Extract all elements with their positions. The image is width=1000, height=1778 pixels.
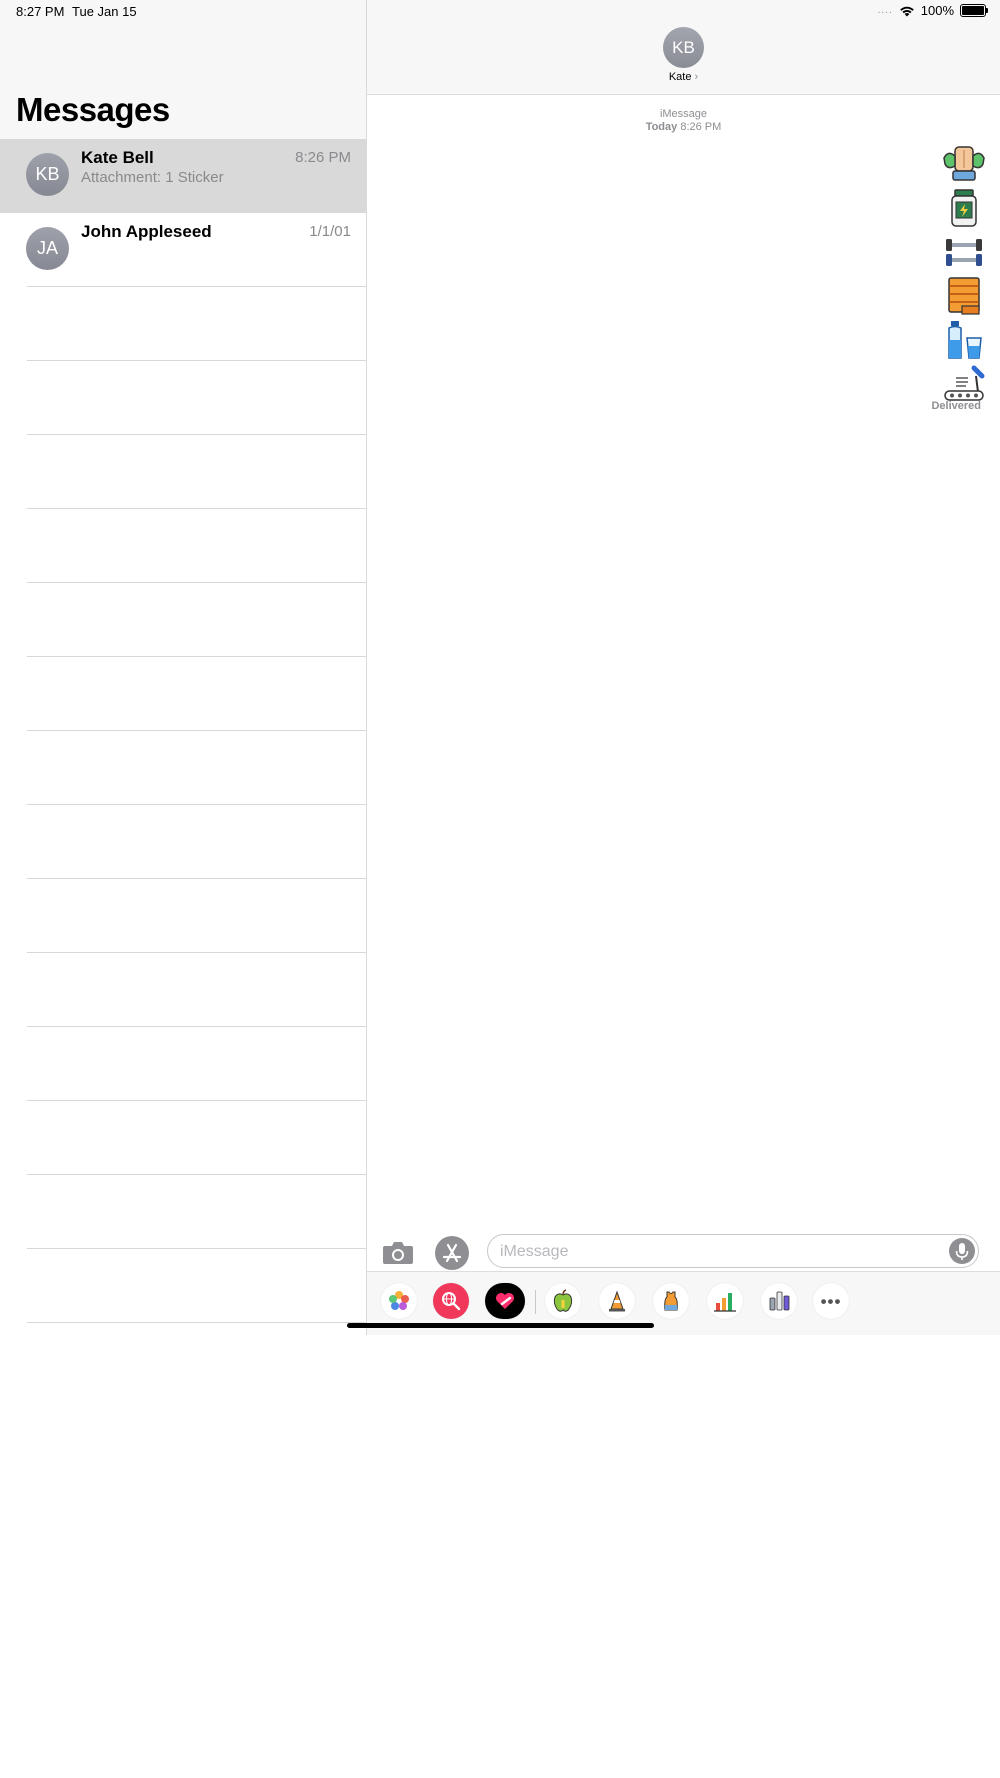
status-bar: 8:27 PM Tue Jan 15 .... 100% (0, 0, 1000, 24)
digital-touch-app-icon[interactable] (485, 1283, 525, 1319)
row-separator (27, 656, 366, 657)
more-apps-icon[interactable]: ••• (813, 1283, 849, 1319)
conversation-row-kate-bell[interactable]: KB Kate Bell Attachment: 1 Sticker 8:26 … (0, 139, 366, 213)
timestamp-time: 8:26 PM (680, 121, 722, 133)
search-globe-icon (442, 1292, 461, 1311)
conversation-preview: Attachment: 1 Sticker (81, 169, 224, 186)
conversation-pane: KB Kate › iMessage Today 8:26 PM Deliver… (367, 0, 1000, 1335)
row-separator (27, 582, 366, 583)
bar-chart-app-icon[interactable] (707, 1283, 743, 1319)
heart-icon (496, 1293, 514, 1309)
avatar: JA (26, 227, 69, 270)
row-separator (27, 804, 366, 805)
microphone-icon (955, 1243, 969, 1260)
ipad-screen: 8:27 PM Tue Jan 15 .... 100% Messages KB… (0, 0, 1000, 1335)
app-store-button[interactable] (435, 1236, 469, 1270)
water-bottle-glass-sticker[interactable] (942, 320, 986, 360)
conversation-time: 1/1/01 (309, 223, 351, 240)
service-label: iMessage (659, 108, 708, 120)
app-store-icon (442, 1243, 462, 1263)
status-right: .... 100% (877, 3, 988, 18)
row-separator (27, 1322, 366, 1323)
conversation-sidebar: Messages KB Kate Bell Attachment: 1 Stic… (0, 0, 367, 1335)
conversation-time: 8:26 PM (295, 149, 351, 166)
cone-app-icon[interactable] (599, 1283, 635, 1319)
conversation-name: Kate Bell (81, 148, 154, 167)
row-separator (27, 730, 366, 731)
message-input-placeholder: iMessage (500, 1243, 569, 1260)
tank-top-app-icon[interactable] (653, 1283, 689, 1319)
row-separator (27, 286, 366, 287)
chevron-right-icon: › (694, 71, 699, 83)
delivered-status: Delivered (931, 400, 981, 412)
muscle-arms-sticker[interactable] (942, 144, 986, 184)
battery-percent: 100% (920, 3, 954, 18)
message-input[interactable]: iMessage (487, 1234, 979, 1268)
row-separator (27, 1174, 366, 1175)
avatar: KB (26, 153, 69, 196)
supplement-jar-sticker[interactable] (942, 188, 986, 228)
conversation-row-john-appleseed[interactable]: JA John Appleseed 1/1/01 (0, 213, 366, 287)
treadmill-sticker[interactable] (942, 364, 986, 404)
timestamp: Today 8:26 PM (367, 121, 1000, 133)
bar-chart-icon (714, 1293, 736, 1312)
timestamp-day: Today (645, 121, 678, 133)
row-separator (27, 1248, 366, 1249)
row-separator (27, 360, 366, 361)
dumbbell-sticker[interactable] (942, 232, 986, 272)
contact-avatar[interactable]: KB (663, 27, 704, 68)
more-apps-label: ••• (820, 1291, 842, 1311)
status-date: Tue Jan 15 (72, 4, 137, 19)
camera-icon[interactable] (382, 1240, 414, 1265)
row-separator (27, 1100, 366, 1101)
row-separator (27, 508, 366, 509)
compose-bar: iMessage (367, 1227, 1000, 1271)
row-separator (27, 878, 366, 879)
battery-icon (960, 4, 988, 17)
green-apple-icon (553, 1289, 573, 1312)
bottles-app-icon[interactable] (761, 1283, 797, 1319)
measuring-tape-sticker[interactable] (942, 276, 986, 316)
search-images-app-icon[interactable] (433, 1283, 469, 1319)
home-indicator (347, 1323, 654, 1328)
bottles-icon (769, 1291, 790, 1311)
conversation-name: John Appleseed (81, 222, 212, 241)
apple-app-icon[interactable] (545, 1283, 581, 1319)
tank-top-icon (664, 1291, 678, 1311)
app-drawer-divider (535, 1290, 536, 1314)
photos-app-icon[interactable] (381, 1283, 417, 1319)
wifi-icon (899, 6, 914, 16)
status-time: 8:27 PM (16, 4, 65, 19)
contact-name-label: Kate (668, 71, 692, 83)
page-title: Messages (16, 91, 170, 128)
microphone-button[interactable] (949, 1238, 975, 1264)
signal-dots: .... (877, 5, 893, 16)
row-separator (27, 1026, 366, 1027)
row-separator (27, 434, 366, 435)
row-separator (27, 952, 366, 953)
photos-flower-icon (389, 1291, 409, 1310)
contact-name[interactable]: Kate › (367, 71, 1000, 83)
traffic-cone-icon (609, 1290, 625, 1312)
